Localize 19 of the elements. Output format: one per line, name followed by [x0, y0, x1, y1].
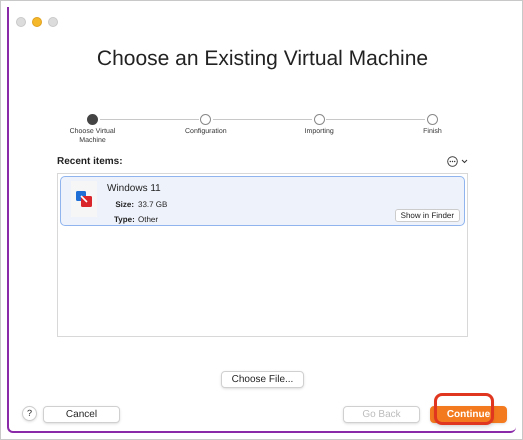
close-button[interactable] — [16, 17, 26, 27]
window-title: Choose an Existing Virtual Machine — [96, 46, 428, 72]
minimize-button[interactable] — [32, 17, 42, 27]
more-menu-button[interactable] — [447, 156, 468, 168]
ellipsis-icon — [447, 156, 458, 168]
show-in-finder-button[interactable]: Show in Finder — [394, 209, 460, 222]
help-button[interactable]: ? — [22, 406, 37, 421]
list-item[interactable]: Windows 11 Size: 33.7 GB Type: Other Show in Finder — [60, 176, 465, 226]
item-name: Windows 11 — [107, 182, 162, 196]
section-label: Recent items: — [57, 155, 123, 170]
zoom-button[interactable] — [48, 17, 58, 27]
field-value: Other — [138, 214, 158, 226]
app-icon — [75, 190, 93, 208]
field-label: Type: — [114, 214, 134, 226]
dialog-button[interactable]: Cancel — [43, 406, 120, 424]
choose-file-button[interactable]: Choose File... — [220, 371, 304, 388]
chevron-down-icon — [461, 159, 468, 164]
field-label: Size: — [114, 199, 134, 212]
field-value: 33.7 GB — [138, 199, 168, 212]
